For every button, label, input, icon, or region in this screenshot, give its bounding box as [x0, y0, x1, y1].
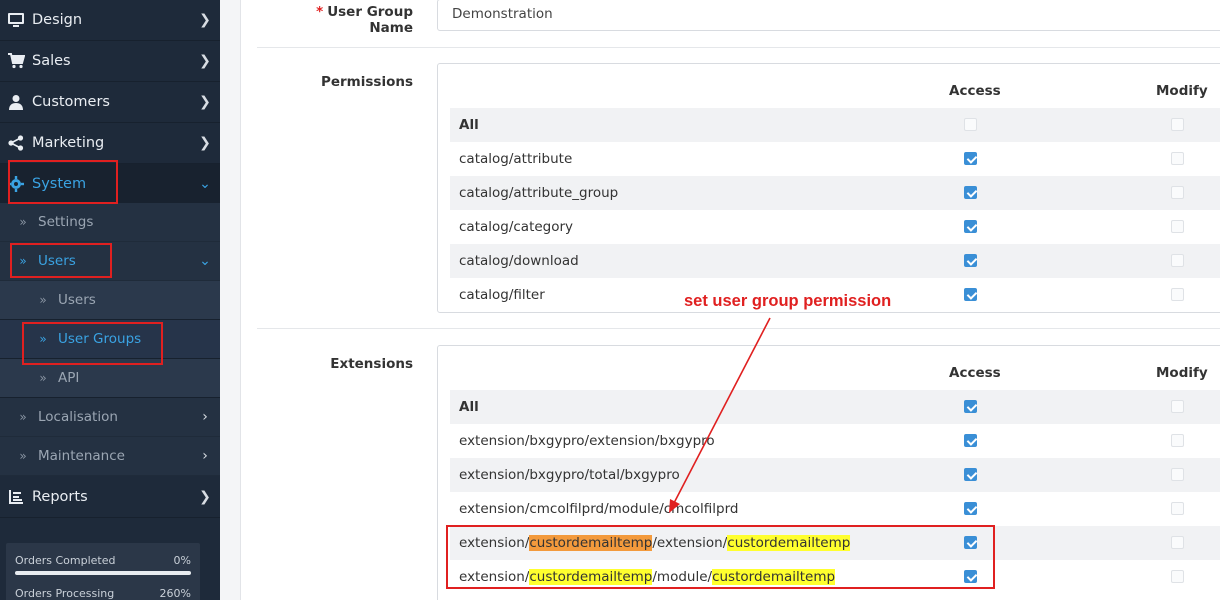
annotation-arrow	[669, 317, 771, 513]
highlight-box-extension-rows	[446, 525, 995, 589]
